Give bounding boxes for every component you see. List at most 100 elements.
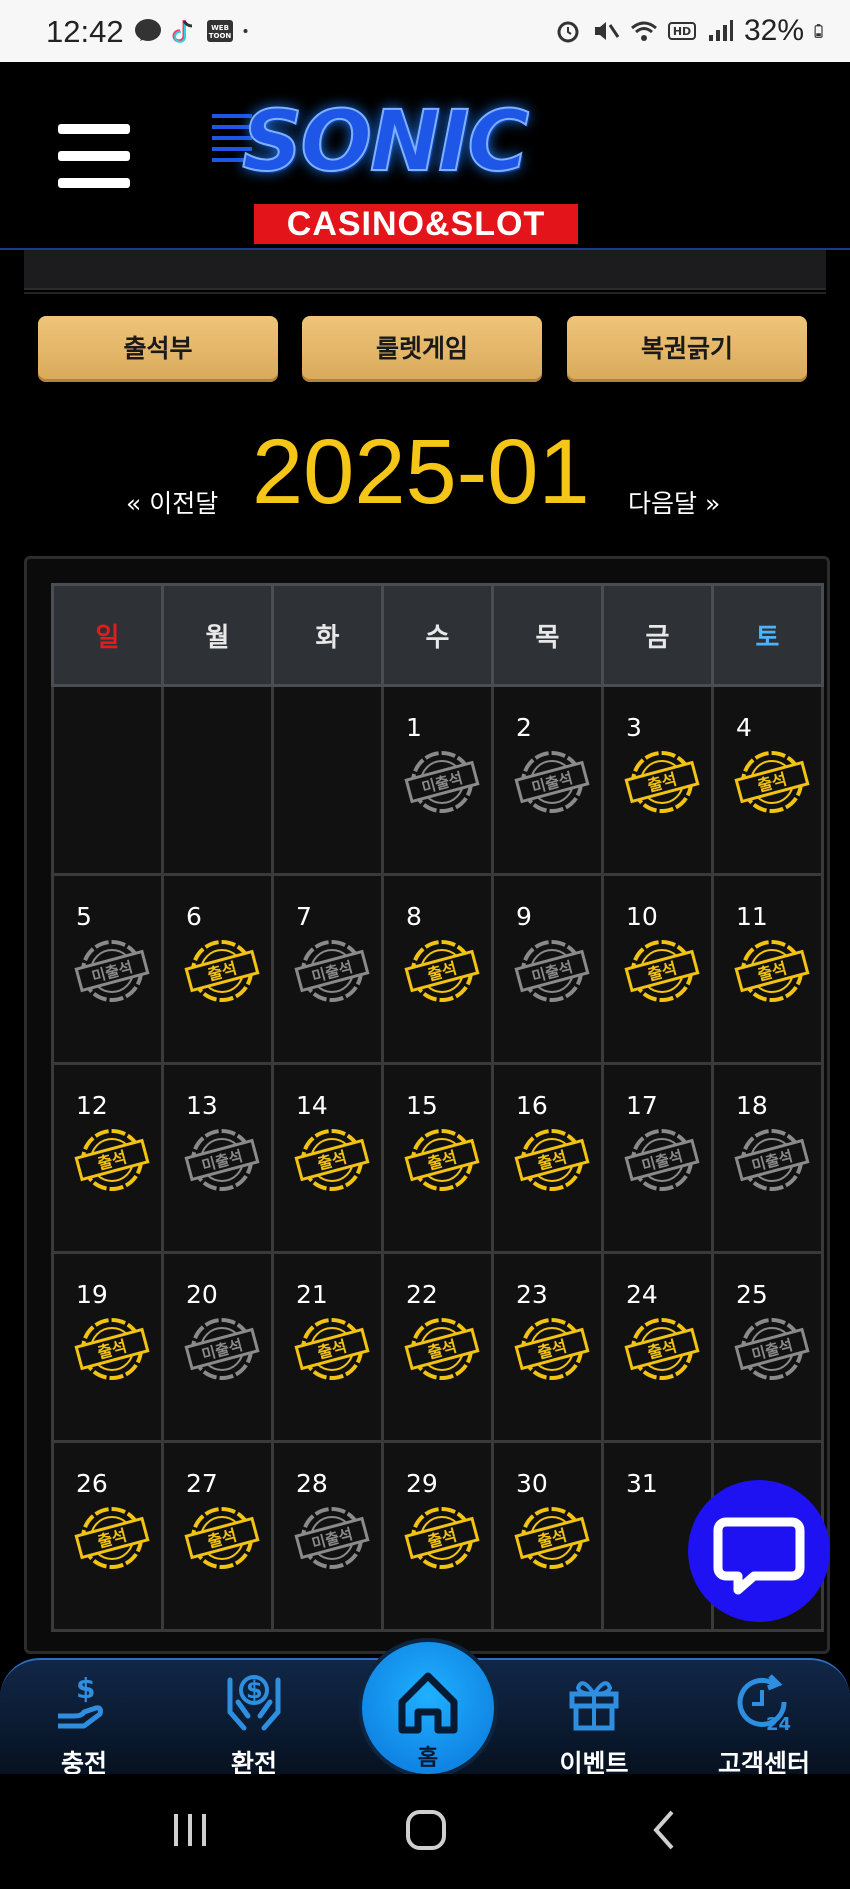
battery-percent: 32% (743, 14, 804, 47)
action-buttons: 출석부 룰렛게임 복권긁기 (38, 316, 808, 382)
prev-month-link[interactable]: « 이전달 (126, 484, 218, 520)
nav-event[interactable]: 이벤트 (534, 1660, 654, 1778)
calendar-day-cell: 2 미출석 (491, 684, 604, 876)
divider (24, 292, 826, 294)
calendar-day-cell: 19 출석 (51, 1251, 164, 1443)
day-number: 29 (406, 1469, 438, 1498)
signal-icon (708, 20, 733, 41)
attended-stamp-icon: 출석 (404, 1507, 480, 1569)
home-icon (398, 1672, 458, 1734)
next-month-link[interactable]: 다음달 » (628, 484, 720, 520)
live-chat-button[interactable] (688, 1480, 830, 1622)
nav-withdraw[interactable]: $ 환전 (194, 1660, 314, 1778)
day-number: 24 (626, 1280, 658, 1309)
nav-deposit[interactable]: $ 충전 (24, 1660, 144, 1778)
day-number: 26 (76, 1469, 108, 1498)
site-logo[interactable]: SONIC CASINO&SLOT (212, 91, 612, 252)
weekday-header: 토 (711, 583, 824, 687)
calendar-day-cell: 9 미출석 (491, 873, 604, 1065)
recent-apps-icon[interactable] (160, 1800, 220, 1860)
calendar-day-cell: 6 출석 (161, 873, 274, 1065)
attendance-button[interactable]: 출석부 (38, 316, 278, 382)
weekday-header-row: 일월화수목금토 (51, 583, 824, 687)
webtoon-icon: WEBTOON (207, 20, 233, 42)
day-number: 23 (516, 1280, 548, 1309)
calendar-day-cell: 3 출석 (601, 684, 714, 876)
day-number: 20 (186, 1280, 218, 1309)
attended-stamp-icon: 출석 (404, 940, 480, 1002)
calendar-day-cell: 28 미출석 (271, 1440, 384, 1632)
absent-stamp-icon: 미출석 (294, 1507, 370, 1569)
deposit-hand-dollar-icon: $ (58, 1672, 103, 1729)
roulette-button[interactable]: 룰렛게임 (302, 316, 542, 382)
back-icon[interactable] (634, 1800, 694, 1860)
absent-stamp-icon: 미출석 (74, 940, 150, 1002)
day-number: 6 (186, 902, 202, 931)
weekday-header: 수 (381, 583, 494, 687)
svg-text:HD: HD (673, 25, 691, 38)
calendar-day-cell: 16 출석 (491, 1062, 604, 1254)
absent-stamp-icon: 미출석 (404, 751, 480, 813)
nav-home[interactable]: 홈 (358, 1638, 498, 1778)
messenger-icon (135, 19, 161, 41)
absent-stamp-icon: 미출석 (294, 940, 370, 1002)
system-icons: HD 32% (554, 14, 830, 48)
hamburger-icon[interactable] (58, 124, 130, 188)
calendar-grid: 일월화수목금토 1 미출석 2 미출석 3 출석 4 출석 5 미출석 6 출석 7 미출석 8 출석 9 미출석… (51, 583, 824, 1632)
android-nav-bar (0, 1774, 850, 1889)
attended-stamp-icon: 출석 (514, 1507, 590, 1569)
calendar-day-cell: 13 미출석 (161, 1062, 274, 1254)
attended-stamp-icon: 출석 (184, 940, 260, 1002)
calendar-week-row: 5 미출석 6 출석 7 미출석 8 출석 9 미출석 10 출석 11 출석 (51, 873, 824, 1065)
day-number: 19 (76, 1280, 108, 1309)
day-number: 15 (406, 1091, 438, 1120)
day-number: 16 (516, 1091, 548, 1120)
calendar-day-cell: 20 미출석 (161, 1251, 274, 1443)
day-number: 14 (296, 1091, 328, 1120)
home-circle-icon[interactable] (396, 1800, 456, 1860)
site-header: SONIC CASINO&SLOT (0, 62, 850, 250)
svg-text:WEB: WEB (211, 24, 229, 32)
calendar-day-cell: 10 출석 (601, 873, 714, 1065)
calendar-day-cell: 1 미출석 (381, 684, 494, 876)
attended-stamp-icon: 출석 (74, 1507, 150, 1569)
logo-subtitle: CASINO&SLOT (254, 204, 578, 244)
absent-stamp-icon: 미출석 (514, 751, 590, 813)
calendar-day-cell: 7 미출석 (271, 873, 384, 1065)
attended-stamp-icon: 출석 (184, 1507, 260, 1569)
attended-stamp-icon: 출석 (294, 1318, 370, 1380)
day-number: 31 (626, 1469, 658, 1498)
day-number: 7 (296, 902, 312, 931)
day-number: 11 (736, 902, 768, 931)
current-month: 2025-01 (252, 421, 590, 523)
calendar-day-cell: 30 출석 (491, 1440, 604, 1632)
day-number: 25 (736, 1280, 768, 1309)
attended-stamp-icon: 출석 (514, 1129, 590, 1191)
lottery-button[interactable]: 복권긁기 (567, 316, 807, 382)
logo-title: SONIC (241, 91, 530, 191)
absent-stamp-icon: 미출석 (514, 940, 590, 1002)
weekday-header: 목 (491, 583, 604, 687)
day-number: 22 (406, 1280, 438, 1309)
month-navigation: « 이전달 2025-01 다음달 » (0, 420, 850, 530)
status-bar: 12:42 WEB TOON HD 32% (0, 0, 850, 62)
status-time: 12:42 (46, 14, 124, 49)
attended-stamp-icon: 출석 (624, 1318, 700, 1380)
absent-stamp-icon: 미출석 (734, 1318, 810, 1380)
calendar-day-cell: 18 미출석 (711, 1062, 824, 1254)
attended-stamp-icon: 출석 (404, 1129, 480, 1191)
day-number: 30 (516, 1469, 548, 1498)
day-number: 18 (736, 1091, 768, 1120)
day-number: 17 (626, 1091, 658, 1120)
weekday-header: 금 (601, 583, 714, 687)
day-number: 10 (626, 902, 658, 931)
notification-icons: WEB TOON (134, 18, 256, 44)
calendar-day-cell: 26 출석 (51, 1440, 164, 1632)
nav-home-label: 홈 (417, 1746, 439, 1771)
nav-support[interactable]: 24 고객센터 (704, 1660, 824, 1778)
battery-icon (814, 24, 823, 38)
calendar-week-row: 19 출석 20 미출석 21 출석 22 출석 23 출석 24 출석 25 미출석 (51, 1251, 824, 1443)
support-24h-icon: 24 (737, 1674, 791, 1734)
calendar-day-cell: 23 출석 (491, 1251, 604, 1443)
calendar-day-cell: 29 출석 (381, 1440, 494, 1632)
